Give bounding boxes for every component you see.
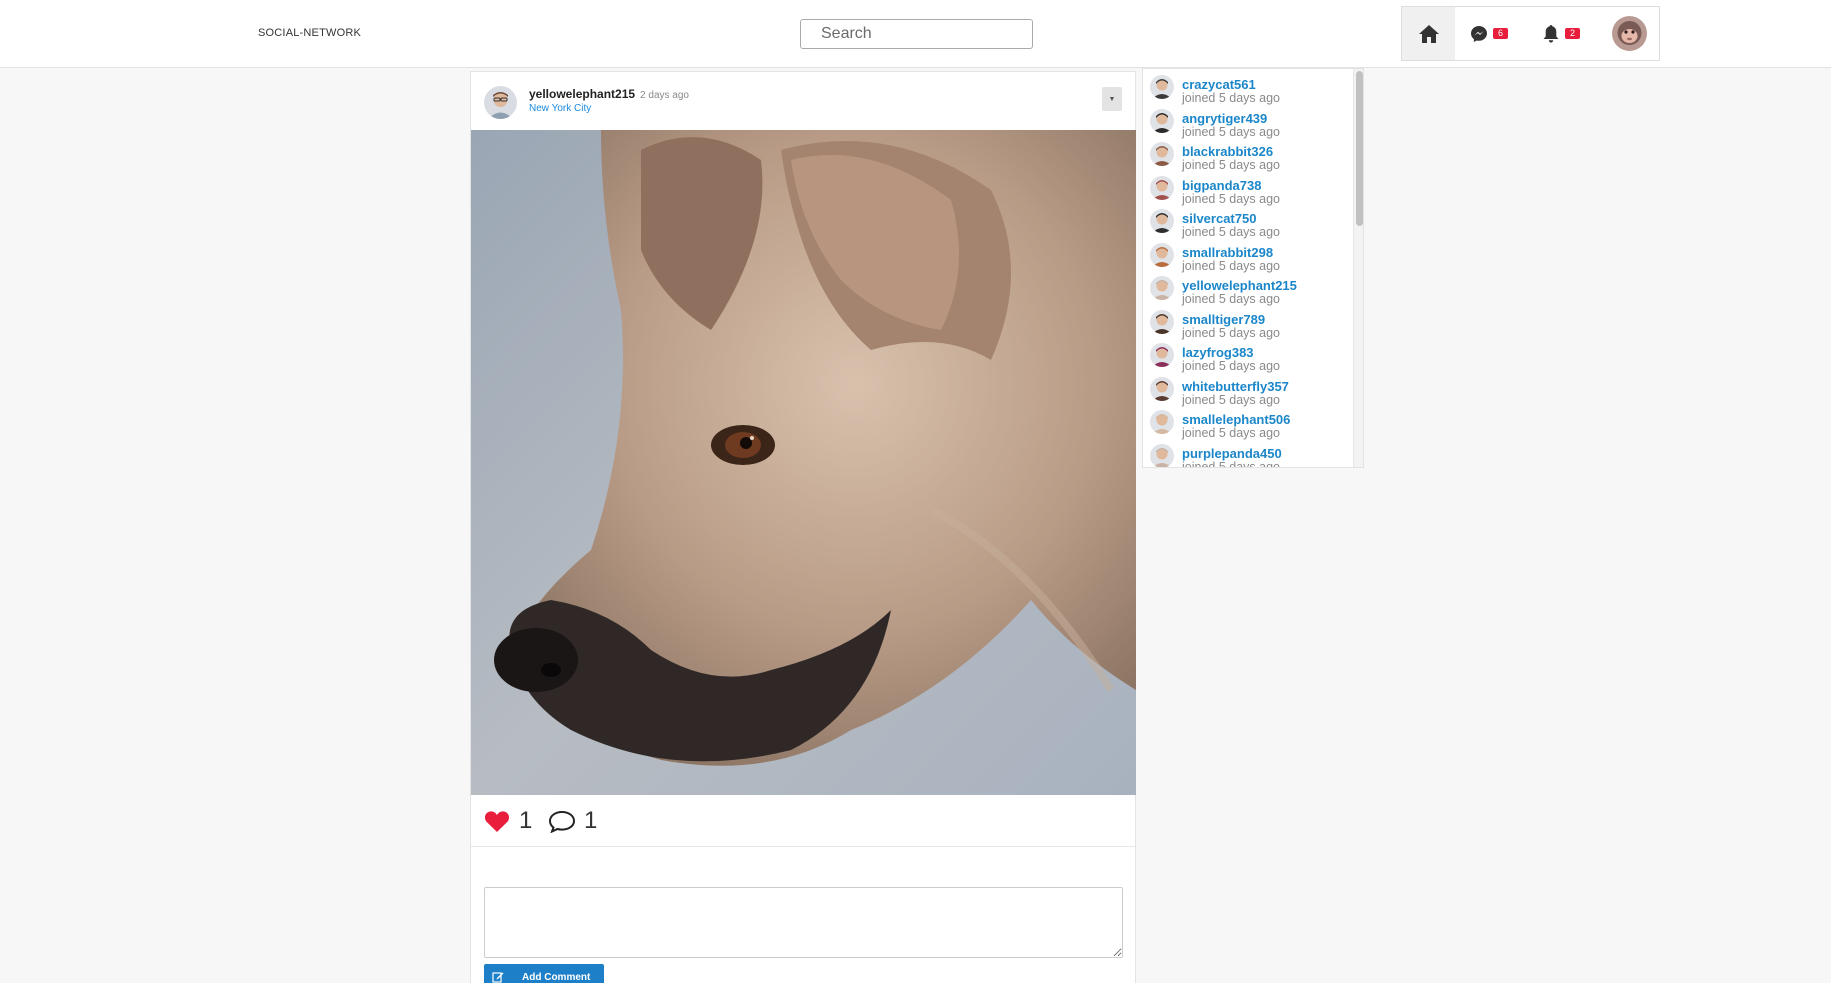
post-actions-bar: 1 1 <box>471 795 1136 847</box>
post-location[interactable]: New York City <box>529 103 591 114</box>
member-avatar[interactable] <box>1150 309 1174 334</box>
members-scrollbar[interactable] <box>1353 69 1363 467</box>
messages-count-badge: 6 <box>1493 28 1509 39</box>
member-joined-date: joined 5 days ago <box>1182 459 1280 468</box>
post-author-name[interactable]: yellowelephant215 2 days ago <box>529 87 689 101</box>
post-options-button[interactable]: ▼ <box>1102 87 1122 111</box>
member-username[interactable]: lazyfrog383 <box>1182 345 1254 360</box>
notifications-button[interactable]: 2 <box>1542 7 1581 60</box>
member-avatar[interactable] <box>1150 108 1174 133</box>
member-username[interactable]: crazycat561 <box>1182 77 1256 92</box>
speech-bubble-icon <box>548 810 576 833</box>
comment-count: 1 <box>584 807 598 834</box>
top-navbar: SOCIAL-NETWORK 6 2 <box>0 0 1831 68</box>
member-avatar[interactable] <box>1150 343 1174 367</box>
member-avatar[interactable] <box>1150 242 1174 267</box>
member-joined-date: joined 5 days ago <box>1182 225 1280 239</box>
edit-icon <box>484 971 512 983</box>
post-photo[interactable] <box>471 130 1136 795</box>
member-avatar[interactable] <box>1150 410 1174 434</box>
member-avatar[interactable] <box>1150 443 1174 467</box>
members-list: crazycat561 joined 5 days ago angrytiger43… <box>1142 68 1364 468</box>
messages-button[interactable]: 6 <box>1470 7 1509 60</box>
heart-icon <box>484 810 510 832</box>
member-username[interactable]: bigpanda738 <box>1182 178 1261 193</box>
add-comment-label: Add Comment <box>522 971 591 983</box>
search-input[interactable] <box>800 19 1033 49</box>
chevron-down-icon: ▼ <box>1108 95 1116 103</box>
home-icon <box>1418 24 1439 43</box>
comment-textarea[interactable] <box>484 887 1123 958</box>
member-avatar[interactable] <box>1150 75 1174 99</box>
member-avatar[interactable] <box>1150 276 1174 300</box>
notifications-count-badge: 2 <box>1565 28 1581 39</box>
add-comment-button[interactable]: Add Comment <box>484 964 604 983</box>
post-card: yellowelephant215 2 days ago New York Cit… <box>470 71 1136 983</box>
member-avatar[interactable] <box>1150 175 1174 200</box>
member-avatar[interactable] <box>1150 209 1174 233</box>
member-username[interactable]: angrytiger439 <box>1182 111 1267 126</box>
member-username[interactable]: smallrabbit298 <box>1182 245 1273 260</box>
profile-avatar[interactable] <box>1612 16 1647 51</box>
member-joined-date: joined 5 days ago <box>1182 426 1280 440</box>
comment-button[interactable]: 1 <box>548 807 597 835</box>
member-joined-date: joined 5 days ago <box>1182 191 1280 206</box>
post-author-avatar[interactable] <box>484 86 517 119</box>
like-button[interactable]: 1 <box>484 807 532 835</box>
member-username[interactable]: smalltiger789 <box>1182 312 1265 327</box>
member-joined-date: joined 5 days ago <box>1182 158 1280 172</box>
member-username[interactable]: smallelephant506 <box>1182 412 1290 427</box>
member-avatar[interactable] <box>1150 142 1174 166</box>
dog-photo-image <box>471 130 1136 795</box>
member-username[interactable]: silvercat750 <box>1182 211 1256 226</box>
member-username[interactable]: purplepanda450 <box>1182 446 1282 461</box>
post-username[interactable]: yellowelephant215 <box>529 87 635 101</box>
member-avatar[interactable] <box>1150 376 1174 401</box>
member-username[interactable]: yellowelephant215 <box>1182 278 1297 293</box>
messenger-icon <box>1471 25 1487 42</box>
brand-logo[interactable]: SOCIAL-NETWORK <box>258 27 361 39</box>
monkey-avatar-image <box>1612 16 1647 51</box>
member-username[interactable]: whitebutterfly357 <box>1182 379 1289 394</box>
home-button[interactable] <box>1402 7 1455 60</box>
post-timestamp: 2 days ago <box>640 90 689 101</box>
author-avatar-image <box>484 86 517 119</box>
member-joined-date: joined 5 days ago <box>1182 91 1280 105</box>
member-joined-date: joined 5 days ago <box>1182 325 1280 340</box>
member-joined-date: joined 5 days ago <box>1182 258 1280 273</box>
like-count: 1 <box>519 807 533 834</box>
bell-icon <box>1543 24 1559 43</box>
member-joined-date: joined 5 days ago <box>1182 124 1280 139</box>
nav-actions: 6 2 <box>1401 6 1660 61</box>
member-joined-date: joined 5 days ago <box>1182 359 1280 373</box>
member-joined-date: joined 5 days ago <box>1182 292 1280 306</box>
members-scrollbar-thumb[interactable] <box>1356 71 1363 226</box>
member-username[interactable]: blackrabbit326 <box>1182 144 1273 159</box>
member-joined-date: joined 5 days ago <box>1182 392 1280 407</box>
